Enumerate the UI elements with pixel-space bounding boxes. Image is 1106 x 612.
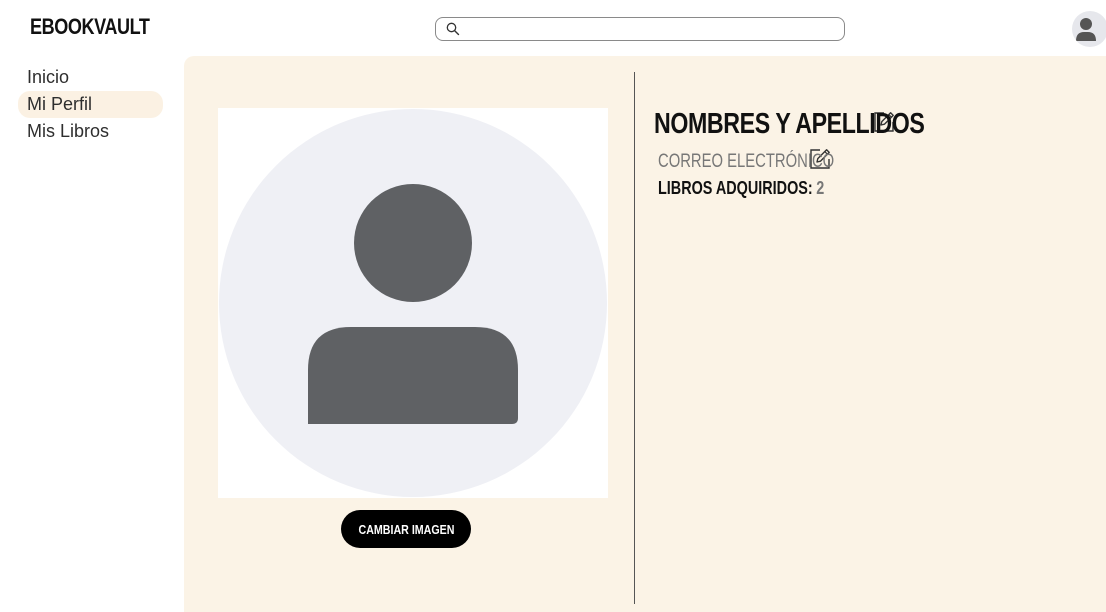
user-icon xyxy=(1076,18,1096,41)
search-bar[interactable] xyxy=(435,17,845,41)
email-row: CORREO ELECTRÓNICO xyxy=(658,147,896,176)
sidebar-item-mis-libros[interactable]: Mis Libros xyxy=(18,118,163,145)
panel-divider xyxy=(634,72,635,604)
profile-name: NOMBRES Y APELLIDOS xyxy=(654,108,925,140)
sidebar-item-inicio[interactable]: Inicio xyxy=(18,64,163,91)
books-row: LIBROS ADQUIRIDOS: 2 xyxy=(658,178,848,199)
name-row: NOMBRES Y APELLIDOS xyxy=(654,108,925,141)
profile-info: NOMBRES Y APELLIDOS CORREO ELECTRÓNICO L… xyxy=(654,108,925,199)
change-image-label: CAMBIAR IMAGEN xyxy=(358,521,454,537)
books-count: 2 xyxy=(816,178,825,198)
profile-photo xyxy=(218,108,608,498)
change-image-button[interactable]: CAMBIAR IMAGEN xyxy=(341,510,471,548)
sidebar-item-mi-perfil[interactable]: Mi Perfil xyxy=(18,91,163,118)
sidebar-nav: Inicio Mi Perfil Mis Libros xyxy=(18,64,163,145)
profile-email: CORREO ELECTRÓNICO xyxy=(658,150,835,172)
user-menu-button[interactable] xyxy=(1072,11,1106,47)
books-label: LIBROS ADQUIRIDOS: xyxy=(658,178,813,198)
profile-panel: CAMBIAR IMAGEN NOMBRES Y APELLIDOS CORRE… xyxy=(184,56,1106,612)
app-logo: EBOOKVAULT xyxy=(30,14,150,39)
search-input[interactable] xyxy=(466,20,840,40)
search-icon xyxy=(446,22,460,36)
avatar-placeholder-icon xyxy=(219,109,607,497)
